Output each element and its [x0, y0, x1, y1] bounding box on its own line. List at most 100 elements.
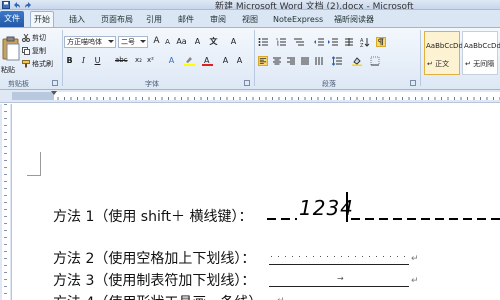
- copy-label: 复制: [32, 46, 46, 55]
- undo-icon[interactable]: [13, 1, 21, 9]
- font-color-icon: A: [202, 56, 213, 66]
- format-painter-button[interactable]: 格式刷: [22, 58, 53, 69]
- vertical-ruler-scale: [2, 104, 10, 300]
- copy-button[interactable]: 复制: [22, 45, 46, 56]
- cut-button[interactable]: 剪切: [22, 32, 46, 43]
- ruler-scale: [12, 92, 500, 100]
- justify-icon[interactable]: [300, 56, 310, 66]
- align-left-icon[interactable]: [258, 56, 268, 66]
- svg-text:A: A: [204, 56, 210, 65]
- chevron-down-icon: [140, 40, 146, 43]
- text-highlight-button[interactable]: [184, 55, 195, 66]
- underline: [269, 286, 409, 287]
- copy-icon: [22, 46, 30, 55]
- subscript-button[interactable]: x₂: [133, 55, 144, 66]
- cut-label: 剪切: [32, 33, 46, 42]
- window-title: 新建 Microsoft Word 文档 (2).docx - Microsof…: [215, 2, 414, 10]
- tab-insert[interactable]: 插入: [66, 13, 88, 27]
- paragraph-mark: ↵: [277, 296, 285, 300]
- clipboard-launcher-button[interactable]: [52, 80, 58, 86]
- dash-underline: [267, 218, 297, 220]
- save-icon[interactable]: [2, 1, 10, 9]
- character-shading-button[interactable]: A: [220, 55, 231, 66]
- tab-view[interactable]: 视图: [239, 13, 261, 27]
- document-line-3[interactable]: 方法 3（使用制表符加下划线）：: [53, 270, 255, 290]
- tab-review[interactable]: 审阅: [207, 13, 229, 27]
- chinese-layout-icon[interactable]: [344, 37, 354, 47]
- style-name: ↵ 无间隔: [465, 60, 495, 68]
- tab-mark: →: [337, 274, 344, 283]
- page-corner-mark: [27, 152, 41, 176]
- shrink-font-button[interactable]: A: [162, 37, 173, 48]
- style-sample: AaBbCcDd: [426, 42, 463, 50]
- font-name-combo[interactable]: 方正喵呜体: [64, 36, 116, 48]
- distributed-icon[interactable]: [314, 56, 324, 66]
- numbering-icon[interactable]: [276, 37, 286, 47]
- align-center-icon[interactable]: [272, 56, 282, 66]
- clipboard-group-label: 剪贴板: [8, 80, 29, 88]
- multilevel-list-icon[interactable]: [294, 37, 304, 47]
- font-launcher-button[interactable]: [244, 80, 250, 86]
- underline: [269, 264, 409, 265]
- redo-icon[interactable]: [24, 1, 32, 9]
- first-line-indent-marker[interactable]: [51, 91, 57, 95]
- grow-font-button[interactable]: A: [151, 36, 162, 47]
- shading-icon[interactable]: [352, 56, 362, 66]
- dash-underline: [351, 218, 500, 220]
- sort-icon[interactable]: AZ: [360, 37, 370, 47]
- vertical-ruler[interactable]: [0, 104, 12, 300]
- strikethrough-button[interactable]: abc: [115, 55, 128, 66]
- document-line-4[interactable]: 方法 4（使用形状工具画一条线）: [53, 292, 262, 300]
- tab-page-layout[interactable]: 页面布局: [98, 13, 136, 27]
- tab-home[interactable]: 开始: [30, 11, 54, 27]
- tab-foxit-reader[interactable]: 福昕阅读器: [331, 13, 377, 27]
- ribbon-home: 粘贴 剪切 复制 格式刷 剪贴板 方正喵呜体 二号 A A Aa A 文 A B…: [0, 27, 500, 90]
- document-line-1[interactable]: 方法 1（使用 shift＋ 横线键）：: [53, 206, 253, 226]
- style-normal[interactable]: AaBbCcDd ↵ 正文: [424, 31, 463, 75]
- chevron-down-icon: [108, 40, 114, 43]
- underline-button[interactable]: U: [92, 55, 103, 66]
- scissors-icon: [22, 33, 30, 42]
- text-effects-button[interactable]: A: [166, 55, 177, 66]
- format-painter-icon: [22, 59, 30, 67]
- paragraph-launcher-button[interactable]: [410, 80, 416, 86]
- tab-file[interactable]: 文件: [0, 11, 24, 27]
- font-size-combo[interactable]: 二号: [118, 36, 148, 48]
- borders-icon[interactable]: [370, 56, 380, 66]
- style-no-spacing[interactable]: AaBbCcDd ↵ 无间隔: [462, 31, 500, 75]
- font-group-label: 字体: [145, 80, 159, 88]
- bullets-icon[interactable]: [258, 37, 268, 47]
- character-border-button[interactable]: A: [234, 55, 245, 66]
- style-sample: AaBbCcDd: [464, 42, 500, 50]
- paragraph-group-label: 段落: [322, 80, 336, 88]
- paste-button-label[interactable]: 粘贴: [1, 65, 15, 75]
- tab-noteexpress[interactable]: NoteExpress: [270, 13, 326, 27]
- italic-button[interactable]: I: [78, 55, 89, 66]
- ruler-margin-area: [12, 92, 54, 100]
- document-line-2[interactable]: 方法 2（使用空格加上下划线）：: [53, 248, 255, 268]
- highlighter-icon: [184, 57, 195, 66]
- bold-button[interactable]: B: [64, 55, 75, 66]
- align-right-icon[interactable]: [286, 56, 296, 66]
- paragraph-mark: ↵: [411, 254, 419, 264]
- document-page[interactable]: 方法 1（使用 shift＋ 横线键）： 1234 方法 2（使用空格加上下划线…: [13, 104, 500, 300]
- increase-indent-icon[interactable]: [328, 37, 338, 47]
- font-color-button[interactable]: A: [202, 55, 213, 66]
- tab-mailings[interactable]: 邮件: [175, 13, 197, 27]
- clear-formatting-button[interactable]: A: [192, 36, 203, 47]
- enclose-characters-button[interactable]: A: [228, 36, 239, 47]
- svg-text:Z: Z: [360, 43, 364, 47]
- title-bar: 新建 Microsoft Word 文档 (2).docx - Microsof…: [0, 0, 500, 10]
- format-painter-label: 格式刷: [32, 59, 53, 68]
- show-formatting-marks-icon[interactable]: [376, 37, 386, 47]
- line-spacing-icon[interactable]: [332, 56, 342, 66]
- font-size-value: 二号: [121, 38, 135, 46]
- decrease-indent-icon[interactable]: [314, 37, 324, 47]
- change-case-button[interactable]: Aa: [176, 36, 187, 47]
- tab-references[interactable]: 引用: [143, 13, 165, 27]
- horizontal-ruler[interactable]: [0, 90, 500, 103]
- quick-access-toolbar: [2, 0, 32, 9]
- superscript-button[interactable]: x²: [145, 55, 156, 66]
- phonetic-guide-button[interactable]: 文: [208, 36, 219, 47]
- group-divider: [62, 30, 63, 86]
